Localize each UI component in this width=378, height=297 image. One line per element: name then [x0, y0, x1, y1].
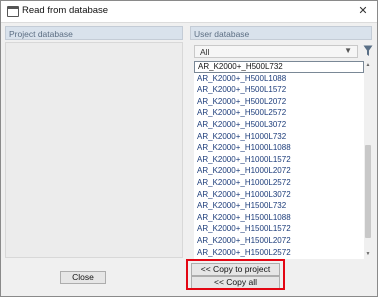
list-item[interactable]: AR_K2000+_H1000L732	[194, 131, 364, 143]
list-item[interactable]: AR_K2000+_H1000L3072	[194, 189, 364, 201]
window-icon	[7, 6, 19, 17]
list-item[interactable]: AR_K2000+_H1500L2572	[194, 247, 364, 259]
list-item[interactable]: AR_K2000+_H500L2072	[194, 96, 364, 108]
window-title: Read from database	[22, 5, 109, 16]
read-from-database-dialog: Read from database ✕ Project database Us…	[0, 0, 378, 297]
filter-dropdown[interactable]: All ▼	[194, 45, 358, 58]
list-item[interactable]: AR_K2000+_H1000L2072	[194, 165, 364, 177]
list-item[interactable]: AR_K2000+_H500L3072	[194, 119, 364, 131]
user-database-list[interactable]: AR_K2000+_H500L732 AR_K2000+_H500L1088 AR_…	[194, 61, 364, 259]
list-item[interactable]: AR_K2000+_H1500L732	[194, 200, 364, 212]
scroll-down-icon[interactable]: ▼	[364, 250, 372, 259]
list-item[interactable]: AR_K2000+_H1500L1572	[194, 223, 364, 235]
user-database-header: User database	[190, 26, 372, 40]
list-scrollbar[interactable]: ▲ ▼	[364, 61, 372, 259]
list-item[interactable]: AR_K2000+_H500L2572	[194, 107, 364, 119]
list-item[interactable]: AR_K2000+_H500L732	[194, 61, 364, 73]
filter-value: All	[200, 47, 210, 57]
list-item[interactable]: AR_K2000+_H1500L1088	[194, 212, 364, 224]
list-item[interactable]: AR_K2000+_H1000L2572	[194, 177, 364, 189]
list-item[interactable]: AR_K2000+_H1500L2072	[194, 235, 364, 247]
project-database-list[interactable]	[5, 42, 183, 258]
scrollbar-thumb[interactable]	[365, 145, 371, 238]
chevron-down-icon[interactable]: ▼	[344, 46, 352, 55]
list-item[interactable]: AR_K2000+_H1000L1572	[194, 154, 364, 166]
list-item[interactable]: AR_K2000+_H500L1088	[194, 73, 364, 85]
close-window-button[interactable]: ✕	[349, 1, 377, 22]
list-item[interactable]: AR_K2000+_H1000L1088	[194, 142, 364, 154]
project-database-header: Project database	[5, 26, 183, 40]
close-button[interactable]: Close	[60, 271, 106, 284]
scroll-up-icon[interactable]: ▲	[364, 61, 372, 70]
highlight-box	[186, 259, 285, 290]
title-bar: Read from database ✕	[1, 1, 377, 23]
funnel-icon[interactable]	[363, 45, 373, 57]
list-item[interactable]: AR_K2000+_H500L1572	[194, 84, 364, 96]
